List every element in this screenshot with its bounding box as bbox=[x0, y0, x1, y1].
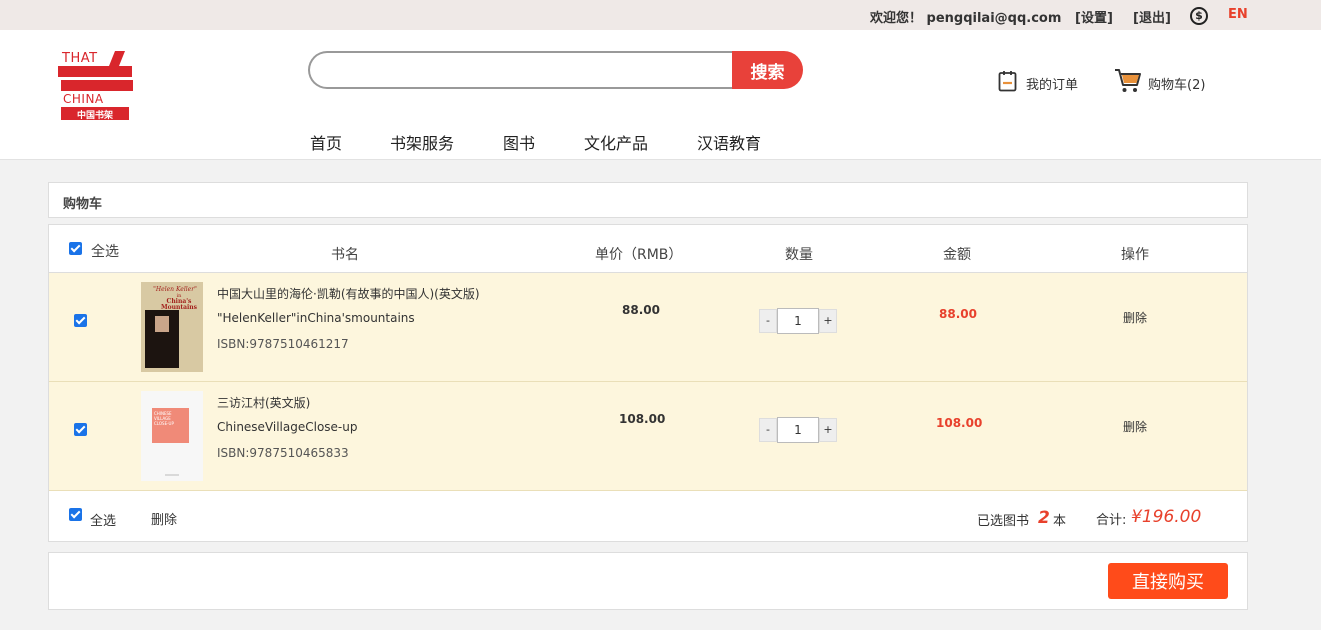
book-title-cn[interactable]: 三访江村(英文版) bbox=[217, 394, 310, 411]
nav-home[interactable]: 首页 bbox=[310, 130, 342, 154]
dollar-circle-icon[interactable]: $ bbox=[1190, 7, 1208, 25]
logo-line2: CHINA bbox=[63, 92, 104, 106]
qty-plus-button[interactable]: + bbox=[819, 309, 837, 333]
book-title-cn[interactable]: 中国大山里的海伦·凯勒(有故事的中国人)(英文版) bbox=[217, 285, 480, 302]
orders-icon bbox=[998, 71, 1017, 92]
book-title-en: "HelenKeller"inChina'smountains bbox=[217, 311, 415, 325]
quantity-stepper: - 1 + bbox=[759, 417, 837, 443]
book-isbn: ISBN:9787510465833 bbox=[217, 446, 349, 460]
column-quantity: 数量 bbox=[785, 247, 813, 263]
logout-link[interactable]: [退出] bbox=[1133, 7, 1171, 26]
qty-input[interactable]: 1 bbox=[777, 308, 819, 334]
logo-line1: THAT bbox=[61, 51, 98, 66]
selected-unit: 本 bbox=[1053, 514, 1067, 529]
checkout-panel: 直接购买 bbox=[48, 552, 1248, 610]
top-bar: 欢迎您！ pengqilai@qq.com [设置] [退出] $ EN bbox=[0, 0, 1321, 30]
book-isbn: ISBN:9787510461217 bbox=[217, 337, 349, 351]
select-all-label-top: 全选 bbox=[91, 244, 119, 260]
nav-books[interactable]: 图书 bbox=[503, 130, 535, 154]
select-all-checkbox-bottom[interactable] bbox=[69, 508, 82, 521]
site-logo[interactable]: THAT CHINA 中国书架 bbox=[57, 48, 135, 124]
qty-minus-button[interactable]: - bbox=[759, 418, 777, 442]
select-all-checkbox-top[interactable] bbox=[69, 242, 82, 255]
table-row: "Helen Keller" in China's Mountains 中国大山… bbox=[49, 273, 1247, 382]
line-amount: 88.00 bbox=[939, 307, 977, 321]
search-input[interactable] bbox=[308, 51, 738, 89]
welcome-text: 欢迎您！ pengqilai@qq.com bbox=[870, 11, 1062, 26]
cover-text-1: "Helen Keller" bbox=[153, 286, 197, 293]
cart-heading-panel: 购物车 bbox=[48, 182, 1248, 218]
language-switch[interactable]: EN bbox=[1228, 7, 1248, 22]
nav-cultural-products[interactable]: 文化产品 bbox=[584, 130, 648, 154]
column-action: 操作 bbox=[1121, 247, 1149, 263]
buy-now-button[interactable]: 直接购买 bbox=[1108, 563, 1228, 599]
quantity-stepper: - 1 + bbox=[759, 308, 837, 334]
table-header: 全选 书名 单价（RMB） 数量 金额 操作 bbox=[49, 225, 1247, 273]
unit-price: 108.00 bbox=[619, 412, 666, 426]
book-cover-image[interactable]: CHINESE VILLAGE CLOSE-UP bbox=[141, 391, 203, 481]
shopping-cart-icon bbox=[1115, 69, 1141, 92]
table-row: CHINESE VILLAGE CLOSE-UP 三访江村(英文版) Chine… bbox=[49, 382, 1247, 491]
cart-link[interactable]: 购物车(2) bbox=[1148, 74, 1205, 93]
header: THAT CHINA 中国书架 搜索 我的订单 购物车(2) 首页 书架服务 图… bbox=[0, 30, 1321, 160]
column-amount: 金额 bbox=[943, 247, 971, 263]
book-title-en: ChineseVillageClose-up bbox=[217, 420, 358, 434]
column-unit-price: 单价（RMB） bbox=[595, 247, 683, 263]
selected-count: 2 bbox=[1038, 508, 1050, 528]
search-button[interactable]: 搜索 bbox=[732, 51, 803, 89]
total-amount: ¥196.00 bbox=[1131, 507, 1202, 527]
unit-price: 88.00 bbox=[622, 303, 660, 317]
settings-link[interactable]: [设置] bbox=[1075, 7, 1113, 26]
nav-chinese-education[interactable]: 汉语教育 bbox=[697, 130, 761, 154]
my-orders-link[interactable]: 我的订单 bbox=[1026, 74, 1078, 93]
logo-line3: 中国书架 bbox=[77, 109, 113, 121]
delete-item-link[interactable]: 删除 bbox=[1123, 309, 1147, 326]
cart-table: 全选 书名 单价（RMB） 数量 金额 操作 "Helen Keller" in… bbox=[48, 224, 1248, 542]
delete-selected-link[interactable]: 删除 bbox=[151, 509, 177, 528]
cover-text-4: Mountains bbox=[161, 304, 198, 311]
qty-plus-button[interactable]: + bbox=[819, 418, 837, 442]
qty-input[interactable]: 1 bbox=[777, 417, 819, 443]
cart-heading: 购物车 bbox=[63, 197, 103, 212]
row-checkbox[interactable] bbox=[74, 423, 87, 436]
qty-minus-button[interactable]: - bbox=[759, 309, 777, 333]
cover-text-3: CLOSE-UP bbox=[154, 421, 174, 426]
row-checkbox[interactable] bbox=[74, 314, 87, 327]
column-book-title: 书名 bbox=[331, 247, 359, 263]
cart-summary-bar: 全选 删除 已选图书 2 本 合计: ¥196.00 bbox=[49, 491, 1247, 541]
selected-books-label: 已选图书 bbox=[977, 514, 1030, 529]
total-label: 合计: bbox=[1096, 513, 1127, 528]
nav-bookshelf-service[interactable]: 书架服务 bbox=[390, 130, 454, 154]
line-amount: 108.00 bbox=[936, 416, 983, 430]
book-cover-image[interactable]: "Helen Keller" in China's Mountains bbox=[141, 282, 203, 372]
delete-item-link[interactable]: 删除 bbox=[1123, 418, 1147, 435]
select-all-label-bottom: 全选 bbox=[90, 514, 117, 529]
